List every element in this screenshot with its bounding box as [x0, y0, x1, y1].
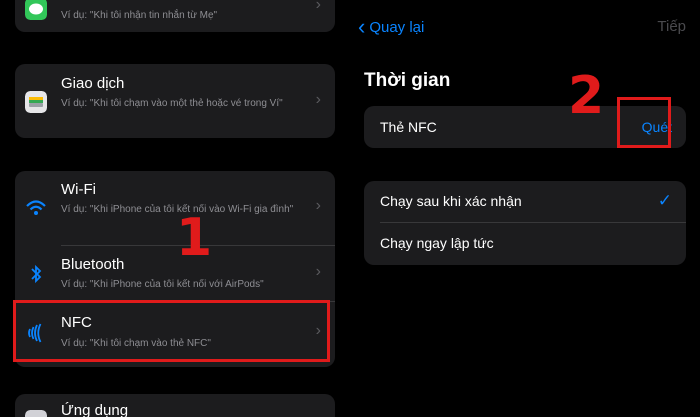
chevron-left-icon: ‹ [358, 14, 366, 39]
wallet-row[interactable]: Giao dịch Ví dụ: "Khi tôi chạm vào một t… [15, 64, 335, 138]
wifi-icon [26, 200, 46, 215]
option-run-after-confirm[interactable]: Chạy sau khi xác nhận ✓ [364, 181, 686, 222]
apps-icon [25, 410, 47, 417]
bluetooth-title: Bluetooth [61, 256, 125, 273]
option-label: Chạy ngay lập tức [380, 235, 494, 251]
messages-icon [25, 0, 47, 20]
option-run-immediately[interactable]: Chạy ngay lập tức [364, 223, 686, 265]
messages-card: Ví dụ: "Khi tôi nhận tin nhắn từ Mẹ" › [15, 0, 335, 32]
wallet-title: Giao dịch [61, 75, 125, 92]
wifi-row[interactable]: Wi-Fi Ví dụ: "Khi iPhone của tôi kết nối… [15, 171, 335, 245]
run-options-card: Chạy sau khi xác nhận ✓ Chạy ngay lập tứ… [364, 181, 686, 265]
scan-highlight-box [617, 97, 671, 148]
chevron-right-icon: › [315, 197, 321, 214]
back-button[interactable]: ‹ Quay lại [358, 14, 425, 39]
wallet-subtitle: Ví dụ: "Khi tôi chạm vào một thẻ hoặc vé… [61, 98, 283, 109]
section-title: Thời gian [364, 70, 451, 91]
wifi-title: Wi-Fi [61, 181, 96, 198]
messages-subtitle: Ví dụ: "Khi tôi nhận tin nhắn từ Mẹ" [61, 10, 218, 21]
step-2-marker: 2 [568, 66, 605, 126]
right-panel: ‹ Quay lại Tiếp Thời gian Thẻ NFC Quét C… [350, 0, 700, 417]
chevron-right-icon: › [315, 91, 321, 108]
bluetooth-row[interactable]: Bluetooth Ví dụ: "Khi iPhone của tôi kết… [15, 246, 335, 300]
apps-card: Ứng dụng [15, 394, 335, 417]
option-label: Chạy sau khi xác nhận [380, 193, 522, 209]
chevron-right-icon: › [315, 0, 321, 13]
wallet-icon [25, 91, 47, 113]
bluetooth-icon [31, 264, 42, 284]
apps-row[interactable]: Ứng dụng [15, 394, 335, 417]
nfc-highlight-box [13, 300, 330, 362]
wallet-card: Giao dịch Ví dụ: "Khi tôi chạm vào một t… [15, 64, 335, 138]
nfc-tag-label: Thẻ NFC [380, 119, 437, 135]
step-1-marker: 1 [176, 208, 213, 268]
bluetooth-subtitle: Ví dụ: "Khi iPhone của tôi kết nối với A… [61, 279, 264, 290]
apps-title: Ứng dụng [61, 402, 129, 417]
left-panel: Ví dụ: "Khi tôi nhận tin nhắn từ Mẹ" › G… [0, 0, 346, 417]
checkmark-icon: ✓ [657, 191, 672, 210]
next-button[interactable]: Tiếp [657, 18, 686, 35]
messages-row[interactable]: Ví dụ: "Khi tôi nhận tin nhắn từ Mẹ" › [15, 0, 335, 32]
back-label: Quay lại [369, 18, 425, 36]
chevron-right-icon: › [315, 263, 321, 280]
